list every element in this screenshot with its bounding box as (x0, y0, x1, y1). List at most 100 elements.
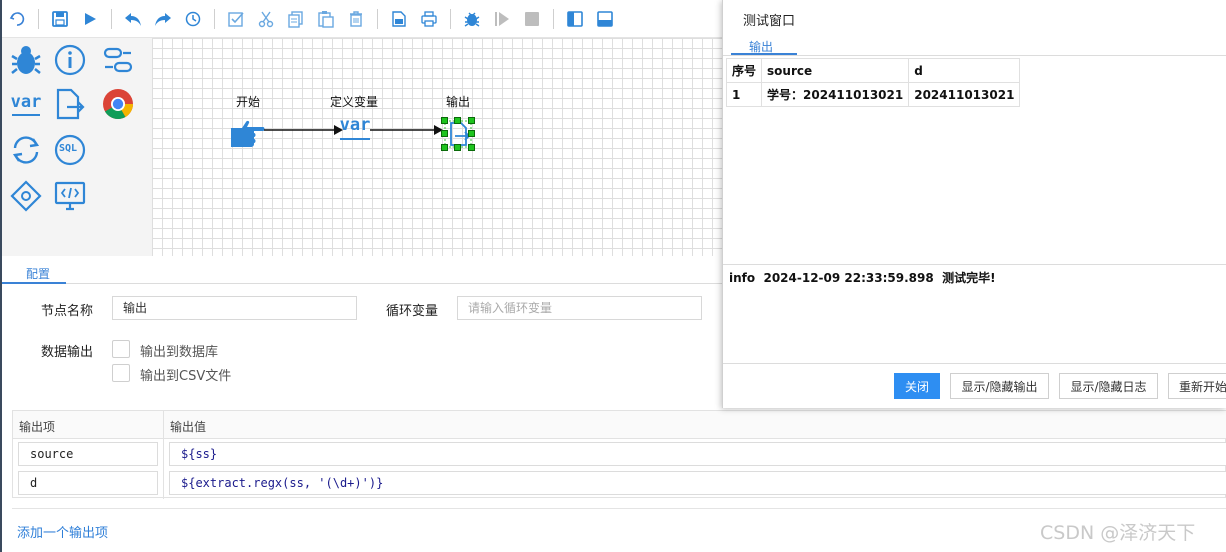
test-window-title: 测试窗口 (743, 14, 796, 29)
print-icon[interactable] (416, 6, 442, 32)
var-text: var (10, 91, 42, 112)
resize-handle[interactable] (468, 130, 475, 137)
data-output-label: 数据输出 (41, 345, 94, 360)
log-line: info 2024-12-09 22:33:59.898 测试完毕! (729, 271, 996, 285)
watermark: CSDN @泽济天下 (1040, 522, 1196, 544)
toolbar-divider (553, 8, 554, 29)
restart-button[interactable]: 重新开始 (1168, 373, 1226, 399)
var-node-underline (340, 138, 370, 140)
loop-icon[interactable] (6, 130, 46, 170)
var-underline (12, 113, 40, 116)
resize-handle[interactable] (441, 130, 448, 137)
run-icon[interactable] (77, 6, 103, 32)
sql-text: SQL (59, 143, 78, 154)
connector-arrow-1 (264, 125, 343, 135)
close-button[interactable]: 关闭 (894, 373, 940, 399)
step-icon[interactable] (489, 6, 515, 32)
table-cell: 202411013021 (908, 82, 1021, 107)
selected-output-node[interactable] (441, 117, 475, 151)
toolbar (2, 0, 724, 38)
header-cell: d (908, 58, 1021, 83)
row-value-input[interactable]: ${ss} (169, 442, 1226, 466)
header-output-value: 输出值 (170, 420, 207, 434)
history-icon[interactable] (180, 6, 206, 32)
layout-bottom-icon[interactable] (592, 6, 618, 32)
row-value-input[interactable]: ${extract.regx(ss, '(\d+)')} (169, 471, 1226, 495)
header-output-item: 输出项 (19, 420, 56, 434)
test-window: 测试窗口 输出 序号 source d 1 学号：202411013021 20… (722, 0, 1226, 408)
resize-handle[interactable] (454, 144, 461, 151)
sql-icon[interactable]: SQL (50, 130, 90, 170)
pointing-hand-icon[interactable] (230, 114, 266, 154)
tab-config-indicator (2, 282, 66, 284)
resize-handle[interactable] (468, 117, 475, 124)
var-node-text: var (339, 115, 371, 135)
delete-icon[interactable] (343, 6, 369, 32)
variable-icon[interactable]: var (6, 84, 46, 124)
undo-icon[interactable] (4, 6, 30, 32)
column-divider (163, 411, 164, 499)
debug-icon[interactable] (459, 6, 485, 32)
tab-config[interactable]: 配置 (26, 265, 50, 282)
table-cell: 1 (725, 82, 763, 107)
table-header-row: 序号 source d (725, 58, 1021, 83)
toolbar-divider (111, 8, 112, 29)
header-cell: 序号 (725, 58, 763, 83)
var-node[interactable]: var (338, 116, 372, 140)
resize-handle[interactable] (441, 117, 448, 124)
diamond-icon[interactable] (6, 176, 46, 216)
chrome-icon[interactable] (98, 84, 138, 124)
component-palette: var SQL (2, 38, 152, 256)
undo-arrow-icon[interactable] (120, 6, 146, 32)
node-name-input[interactable]: 输出 (112, 296, 357, 320)
test-window-titlebar[interactable]: 测试窗口 (723, 0, 1226, 34)
paste-icon[interactable] (313, 6, 339, 32)
toggle-output-button[interactable]: 显示/隐藏输出 (950, 373, 1049, 399)
flow-canvas[interactable]: 开始 定义变量 输出 var (152, 38, 724, 256)
copy-icon[interactable] (283, 6, 309, 32)
loop-var-input[interactable]: 请输入循环变量 (457, 296, 702, 320)
add-output-item-link[interactable]: 添加一个输出项 (17, 522, 108, 541)
table-cell: 学号：202411013021 (761, 82, 910, 107)
header-cell: source (761, 58, 910, 83)
resize-handle[interactable] (468, 144, 475, 151)
debug-bug-icon[interactable] (6, 40, 46, 80)
table-row: 1 学号：202411013021 202411013021 (725, 82, 1021, 107)
output-result-table: 序号 source d 1 学号：202411013021 2024110130… (725, 58, 1021, 107)
resize-handle[interactable] (441, 144, 448, 151)
log-panel: info 2024-12-09 22:33:59.898 测试完毕! (723, 264, 1226, 364)
node-label-define-var: 定义变量 (330, 95, 379, 109)
resize-handle[interactable] (454, 117, 461, 124)
toolbar-divider (38, 8, 39, 29)
app-root: var SQL 开始 定义变量 输出 var 配置 节点名称 输出 循环变量 请… (0, 0, 1226, 552)
output-items-table: 输出项 输出值 source ${ss} d ${extract.regx(ss… (12, 410, 1226, 499)
connector-arrow-2 (370, 125, 443, 135)
code-icon[interactable] (50, 176, 90, 216)
output-db-label: 输出到数据库 (140, 345, 219, 360)
cut-icon[interactable] (253, 6, 279, 32)
row-item-input[interactable]: source (18, 442, 158, 466)
row-item-input[interactable]: d (18, 471, 158, 495)
info-icon[interactable] (50, 40, 90, 80)
loop-var-label: 循环变量 (386, 304, 439, 319)
toolbar-divider (214, 8, 215, 29)
output-csv-label: 输出到CSV文件 (140, 369, 232, 384)
layout-left-icon[interactable] (562, 6, 588, 32)
tab-bar-divider (723, 55, 1226, 56)
output-db-checkbox[interactable] (112, 340, 130, 358)
node-name-label: 节点名称 (41, 304, 94, 319)
node-label-output: 输出 (446, 95, 471, 109)
stop-icon[interactable] (519, 6, 545, 32)
table-header: 输出项 输出值 (13, 411, 1226, 439)
link-icon[interactable] (98, 40, 138, 80)
node-label-start: 开始 (236, 95, 261, 109)
redo-arrow-icon[interactable] (150, 6, 176, 32)
output-csv-checkbox[interactable] (112, 364, 130, 382)
toggle-log-button[interactable]: 显示/隐藏日志 (1059, 373, 1158, 399)
export-icon[interactable] (386, 6, 412, 32)
select-all-icon[interactable] (223, 6, 249, 32)
divider (12, 508, 1226, 509)
save-icon[interactable] (47, 6, 73, 32)
output-icon[interactable] (50, 84, 90, 124)
toolbar-divider (377, 8, 378, 29)
